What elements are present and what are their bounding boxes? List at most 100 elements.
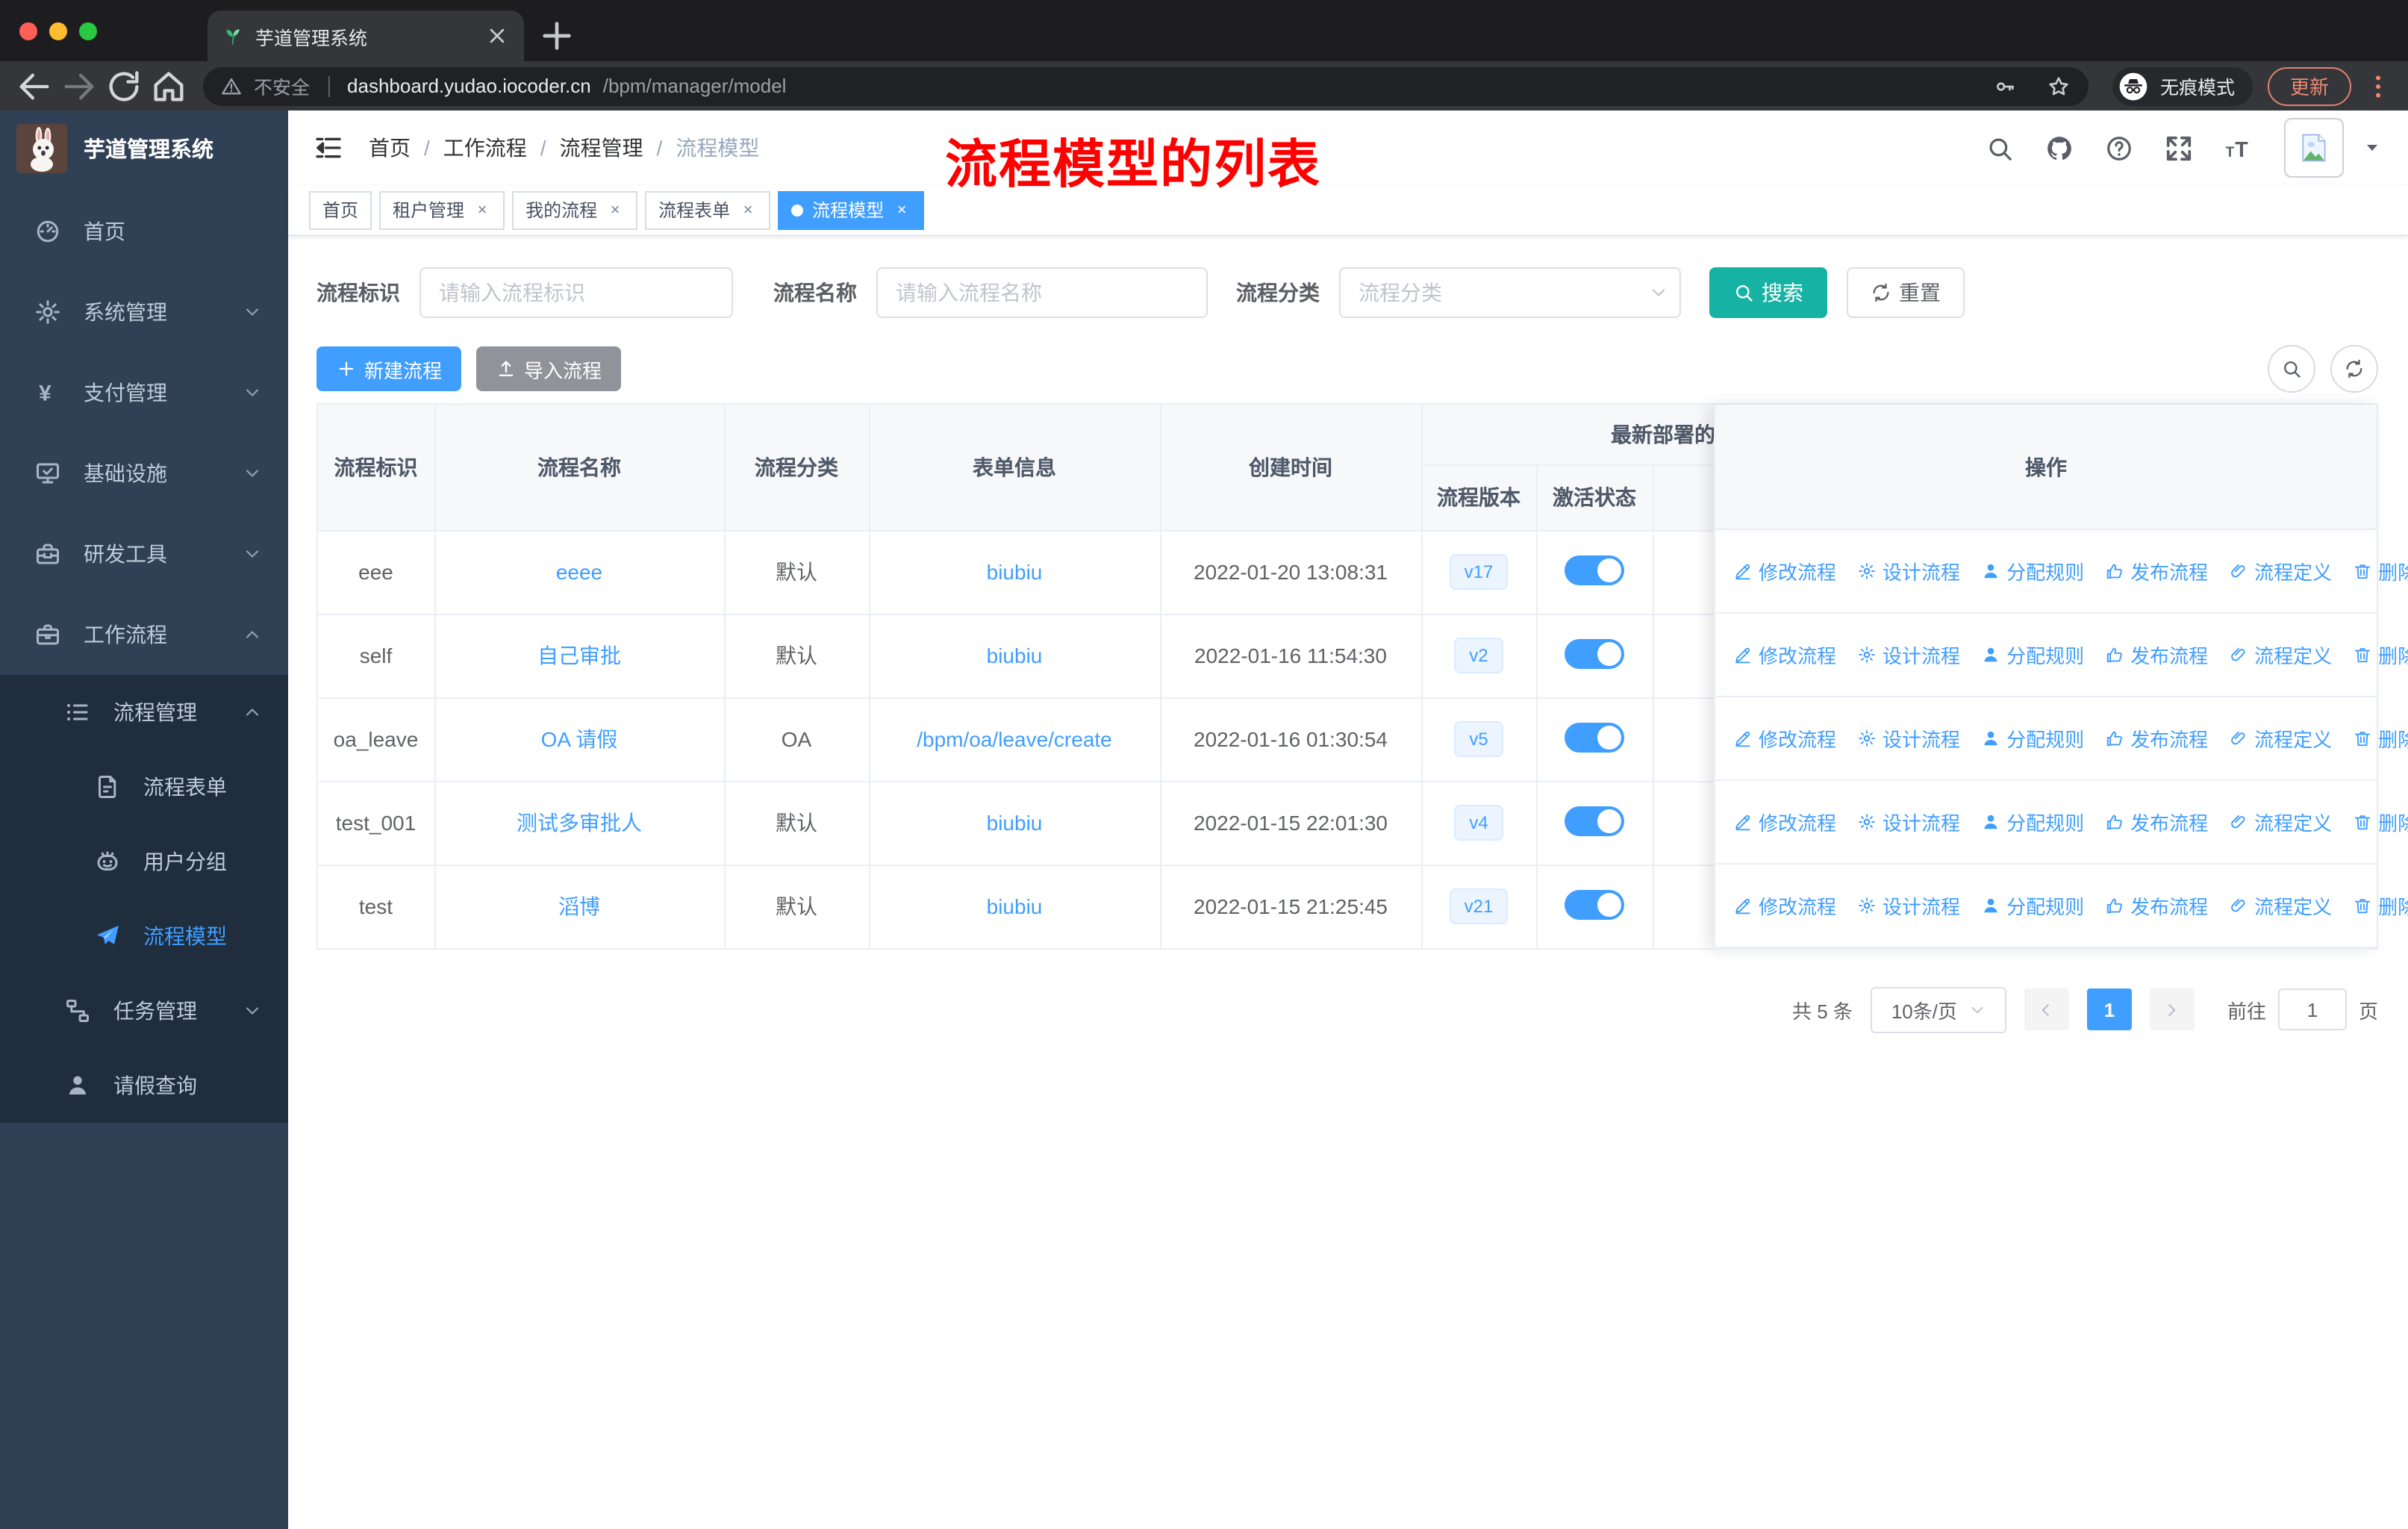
modify-process-link[interactable]: 修改流程 [1733, 641, 1836, 669]
forward-button[interactable] [60, 66, 99, 105]
tag-我的流程[interactable]: 我的流程 × [512, 190, 638, 229]
tag-close-icon[interactable]: × [473, 201, 491, 219]
modify-process-link[interactable]: 修改流程 [1733, 557, 1836, 585]
process-definition-link[interactable]: 流程定义 [2229, 808, 2332, 836]
publish-process-link[interactable]: 发布流程 [2105, 557, 2208, 585]
tag-租户管理[interactable]: 租户管理 × [379, 190, 505, 229]
sidebar-collapse-icon[interactable] [314, 133, 343, 163]
sidebar-item-user-group[interactable]: 用户分组 [0, 824, 288, 899]
publish-process-link[interactable]: 发布流程 [2105, 641, 2208, 669]
assign-rule-link[interactable]: 分配规则 [1981, 724, 2084, 753]
publish-process-link[interactable]: 发布流程 [2105, 891, 2208, 920]
delete-link[interactable]: 删除 [2353, 808, 2408, 836]
refresh-table-button[interactable] [2330, 345, 2378, 393]
assign-rule-link[interactable]: 分配规则 [1981, 891, 2084, 920]
sidebar-item-dev-tools[interactable]: 研发工具 [0, 514, 288, 594]
active-toggle[interactable] [1565, 555, 1624, 585]
delete-link[interactable]: 删除 [2353, 641, 2408, 669]
active-toggle[interactable] [1565, 638, 1624, 668]
process-name-link[interactable]: OA 请假 [541, 727, 618, 751]
goto-page-input[interactable] [2277, 988, 2347, 1030]
publish-process-link[interactable]: 发布流程 [2105, 724, 2208, 753]
avatar-caret-icon[interactable] [2363, 139, 2381, 157]
address-bar[interactable]: 不安全 dashboard.yudao.iocoder.cn/bpm/manag… [203, 66, 2089, 105]
process-name-link[interactable]: 测试多审批人 [517, 811, 642, 835]
design-process-link[interactable]: 设计流程 [1857, 808, 1960, 836]
process-name-input[interactable] [876, 267, 1208, 318]
minimize-window-button[interactable] [49, 22, 67, 40]
process-definition-link[interactable]: 流程定义 [2229, 641, 2332, 669]
active-toggle[interactable] [1565, 889, 1624, 919]
design-process-link[interactable]: 设计流程 [1857, 557, 1960, 585]
modify-process-link[interactable]: 修改流程 [1733, 808, 1836, 836]
active-toggle[interactable] [1565, 722, 1624, 752]
design-process-link[interactable]: 设计流程 [1857, 724, 1960, 753]
bookmark-star-icon[interactable] [2047, 74, 2071, 98]
close-window-button[interactable] [19, 22, 37, 40]
search-button[interactable]: 搜索 [1709, 267, 1827, 318]
sidebar-item-infrastructure[interactable]: 基础设施 [0, 433, 288, 514]
design-process-link[interactable]: 设计流程 [1857, 641, 1960, 669]
tag-流程模型[interactable]: 流程模型 × [778, 190, 925, 229]
publish-process-link[interactable]: 发布流程 [2105, 808, 2208, 836]
sidebar-item-process-form[interactable]: 流程表单 [0, 750, 288, 824]
process-category-select[interactable] [1339, 267, 1681, 318]
delete-link[interactable]: 删除 [2353, 724, 2408, 753]
tag-首页[interactable]: 首页 [309, 190, 372, 229]
assign-rule-link[interactable]: 分配规则 [1981, 557, 2084, 585]
back-button[interactable] [15, 66, 54, 105]
breadcrumb-item[interactable]: 首页 [369, 133, 411, 163]
import-process-button[interactable]: 导入流程 [476, 346, 622, 391]
current-page-button[interactable]: 1 [2086, 988, 2132, 1030]
modify-process-link[interactable]: 修改流程 [1733, 724, 1836, 753]
github-icon[interactable] [2045, 134, 2074, 162]
tag-close-icon[interactable]: × [893, 201, 911, 219]
form-info-link[interactable]: biubiu [987, 811, 1043, 835]
help-icon[interactable] [2105, 134, 2133, 162]
tag-流程表单[interactable]: 流程表单 × [645, 190, 771, 229]
design-process-link[interactable]: 设计流程 [1857, 891, 1960, 920]
maximize-window-button[interactable] [79, 22, 97, 40]
reset-button[interactable]: 重置 [1847, 267, 1965, 318]
tag-close-icon[interactable]: × [606, 201, 624, 219]
process-name-link[interactable]: 自己审批 [537, 644, 621, 667]
toggle-search-button[interactable] [2268, 345, 2315, 393]
next-page-button[interactable] [2149, 988, 2195, 1030]
process-id-input[interactable] [419, 267, 733, 318]
modify-process-link[interactable]: 修改流程 [1733, 891, 1836, 920]
tag-close-icon[interactable]: × [739, 201, 757, 219]
sidebar-item-process-management[interactable]: 流程管理 [0, 675, 288, 750]
sidebar-item-system-management[interactable]: 系统管理 [0, 272, 288, 352]
sidebar-item-payment-management[interactable]: ¥ 支付管理 [0, 352, 288, 433]
font-size-icon[interactable]: TT [2224, 134, 2253, 162]
sidebar-item-task-management[interactable]: 任务管理 [0, 974, 288, 1048]
sidebar-item-home[interactable]: 首页 [0, 191, 288, 272]
avatar[interactable] [2284, 118, 2344, 178]
assign-rule-link[interactable]: 分配规则 [1981, 641, 2084, 669]
browser-tab[interactable]: 芋道管理系统 [208, 10, 524, 61]
form-info-link[interactable]: biubiu [987, 560, 1043, 584]
fullscreen-icon[interactable] [2165, 134, 2193, 162]
delete-link[interactable]: 删除 [2353, 891, 2408, 920]
chrome-update-button[interactable]: 更新 [2267, 66, 2351, 105]
prev-page-button[interactable] [2024, 988, 2069, 1030]
sidebar-item-workflow[interactable]: 工作流程 [0, 594, 288, 675]
tab-close-icon[interactable] [485, 24, 509, 48]
process-definition-link[interactable]: 流程定义 [2229, 891, 2332, 920]
process-definition-link[interactable]: 流程定义 [2229, 724, 2332, 753]
new-tab-button[interactable] [536, 15, 578, 57]
sidebar-item-leave-query[interactable]: 请假查询 [0, 1048, 288, 1123]
process-name-link[interactable]: 滔博 [558, 894, 600, 918]
delete-link[interactable]: 删除 [2353, 557, 2408, 585]
header-search-icon[interactable] [1986, 134, 2014, 162]
form-info-link[interactable]: biubiu [987, 894, 1043, 918]
breadcrumb-item[interactable]: 工作流程 [443, 133, 527, 163]
active-toggle[interactable] [1565, 806, 1624, 835]
sidebar-item-process-model[interactable]: 流程模型 [0, 899, 288, 974]
page-size-select[interactable]: 10条/页 [1870, 986, 2006, 1033]
form-info-link[interactable]: /bpm/oa/leave/create [917, 727, 1112, 751]
reload-button[interactable] [105, 66, 143, 105]
security-label[interactable]: 不安全 [254, 72, 310, 100]
process-name-link[interactable]: eeee [556, 560, 602, 584]
browser-menu-icon[interactable] [2363, 66, 2393, 105]
